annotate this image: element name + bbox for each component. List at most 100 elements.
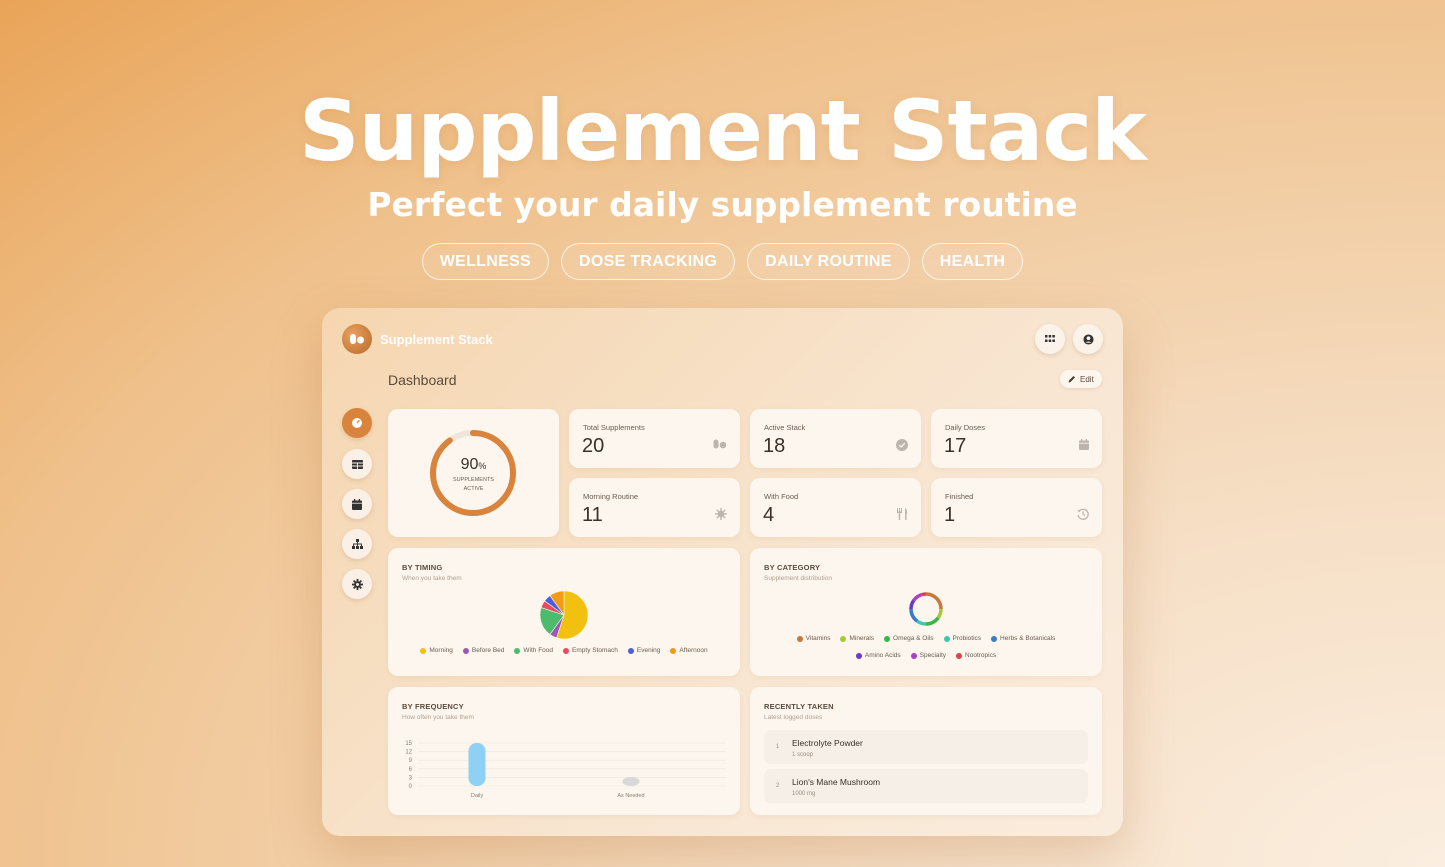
- table-icon: [351, 459, 363, 469]
- category-chart-card: BY CATEGORY Supplement distribution Vita…: [750, 548, 1102, 676]
- y-tick-label: 3: [409, 775, 413, 781]
- bar-daily: [468, 743, 486, 786]
- stat-card-morning[interactable]: Morning Routine 11: [569, 478, 740, 537]
- nav-table[interactable]: [342, 449, 372, 479]
- recent-item[interactable]: 1 Electrolyte Powder 1 scoop: [764, 730, 1088, 764]
- ring-percent-value: 90: [460, 456, 479, 473]
- edit-label: Edit: [1080, 374, 1094, 384]
- legend-evening: Evening: [627, 647, 660, 654]
- tag-daily-routine: DAILY ROUTINE: [747, 243, 910, 280]
- legend-amino-acids: Amino Acids: [855, 652, 901, 659]
- stat-card-finished[interactable]: Finished 1: [931, 478, 1102, 537]
- edit-button[interactable]: Edit: [1060, 370, 1102, 388]
- bar-as-needed: [622, 777, 640, 786]
- recent-item-dose: 1 scoop: [792, 752, 814, 758]
- recent-title: RECENTLY TAKEN: [764, 702, 834, 711]
- x-tick-label: As Needed: [617, 793, 644, 799]
- app-window: Supplement Stack Dashboard Edit 90% SUPP…: [322, 308, 1123, 836]
- nav-settings[interactable]: [342, 569, 372, 599]
- history-icon: [1077, 508, 1089, 520]
- legend-vitamins: Vitamins: [796, 635, 830, 642]
- x-tick-label: Daily: [471, 793, 483, 799]
- legend-nootropics: Nootropics: [956, 652, 996, 659]
- sun-icon: [715, 508, 727, 520]
- legend-morning: Morning: [420, 647, 453, 654]
- apps-grid-icon: [1045, 335, 1055, 342]
- donut-segment-omega-oils: [925, 616, 940, 626]
- gear-icon: [351, 578, 363, 590]
- stat-card-with-food[interactable]: With Food 4: [750, 478, 921, 537]
- timing-legend: Morning Before Bed With Food Empty Stoma…: [388, 647, 740, 654]
- timing-chart-card: BY TIMING When you take them Morning Bef…: [388, 548, 740, 676]
- stat-label: Morning Routine: [583, 492, 639, 501]
- recent-item-index: 2: [776, 783, 780, 789]
- stat-label: With Food: [764, 492, 799, 501]
- legend-probiotics: Probiotics: [943, 635, 981, 642]
- calendar-icon: [1079, 439, 1089, 450]
- ring-percent: 90%: [388, 456, 559, 474]
- utensils-icon: [897, 508, 908, 520]
- pencil-icon: [1068, 376, 1075, 383]
- recent-item-name: Electrolyte Powder: [792, 738, 863, 748]
- tag-pills: WELLNESS DOSE TRACKING DAILY ROUTINE HEA…: [0, 243, 1445, 280]
- recent-item[interactable]: 2 Lion's Mane Mushroom 1000 mg: [764, 769, 1088, 803]
- legend-specialty: Specialty: [910, 652, 946, 659]
- tag-dose-tracking: DOSE TRACKING: [561, 243, 736, 280]
- stat-value: 1: [944, 504, 956, 526]
- stat-card-daily[interactable]: Daily Doses 17: [931, 409, 1102, 468]
- stat-label: Finished: [945, 492, 974, 501]
- stat-value: 20: [582, 435, 605, 457]
- donut-segment-minerals: [936, 608, 943, 619]
- tag-wellness: WELLNESS: [421, 243, 550, 280]
- app-name: Supplement Stack: [380, 332, 493, 347]
- legend-empty-stomach: Empty Stomach: [563, 647, 618, 654]
- donut-segment-herbs-botanicals: [909, 608, 919, 623]
- donut-segment-nootropics: [920, 592, 927, 597]
- stat-card-total[interactable]: Total Supplements 20: [569, 409, 740, 468]
- stat-value: 18: [763, 435, 786, 457]
- recent-subtitle: Latest logged doses: [764, 714, 823, 721]
- stat-value: 11: [582, 504, 603, 526]
- calendar-icon: [352, 498, 362, 510]
- page-title: Dashboard: [388, 372, 457, 388]
- stat-label: Daily Doses: [945, 423, 986, 432]
- recently-taken-card: RECENTLY TAKEN Latest logged doses 1 Ele…: [750, 687, 1102, 815]
- legend-before-bed: Before Bed: [462, 647, 504, 654]
- frequency-chart-card: BY FREQUENCY How often you take them 15 1…: [388, 687, 740, 815]
- y-tick-label: 6: [409, 767, 413, 773]
- y-tick-label: 15: [405, 741, 412, 747]
- user-button[interactable]: [1073, 324, 1103, 354]
- stat-label: Total Supplements: [583, 423, 645, 432]
- ring-label-line2: ACTIVE: [463, 486, 484, 492]
- pills-icon: [713, 439, 727, 449]
- recent-item-dose: 1000 mg: [792, 791, 816, 797]
- ring-label-line1: SUPPLEMENTS: [453, 477, 494, 483]
- y-tick-label: 0: [409, 784, 413, 790]
- legend-omega-oils: Omega & Oils: [884, 635, 934, 642]
- nav-dashboard[interactable]: [342, 408, 372, 438]
- donut-segment-specialty: [912, 593, 923, 602]
- stat-label: Active Stack: [764, 423, 806, 432]
- apps-button[interactable]: [1035, 324, 1065, 354]
- category-legend-row1: Vitamins Minerals Omega & Oils Probiotic…: [750, 635, 1102, 642]
- donut-segment-vitamins: [925, 592, 943, 610]
- stat-card-active[interactable]: Active Stack 18: [750, 409, 921, 468]
- legend-minerals: Minerals: [840, 635, 874, 642]
- stat-value: 4: [763, 504, 775, 526]
- ring-label: SUPPLEMENTS ACTIVE: [388, 476, 559, 494]
- legend-afternoon: Afternoon: [670, 647, 708, 654]
- y-tick-label: 12: [405, 750, 412, 756]
- active-ring-card: 90% SUPPLEMENTS ACTIVE: [388, 409, 559, 537]
- pills-icon: [350, 334, 364, 344]
- legend-with-food: With Food: [514, 647, 553, 654]
- app-logo: [342, 324, 372, 354]
- nav-calendar[interactable]: [342, 489, 372, 519]
- stat-value: 17: [944, 435, 967, 457]
- recent-item-name: Lion's Mane Mushroom: [792, 777, 881, 787]
- hero-subtitle: Perfect your daily supplement routine: [367, 185, 1078, 224]
- sitemap-icon: [351, 539, 363, 549]
- gauge-icon: [352, 418, 362, 428]
- nav-hierarchy[interactable]: [342, 529, 372, 559]
- donut-segment-probiotics: [916, 619, 927, 626]
- ring-percent-unit: %: [478, 461, 487, 471]
